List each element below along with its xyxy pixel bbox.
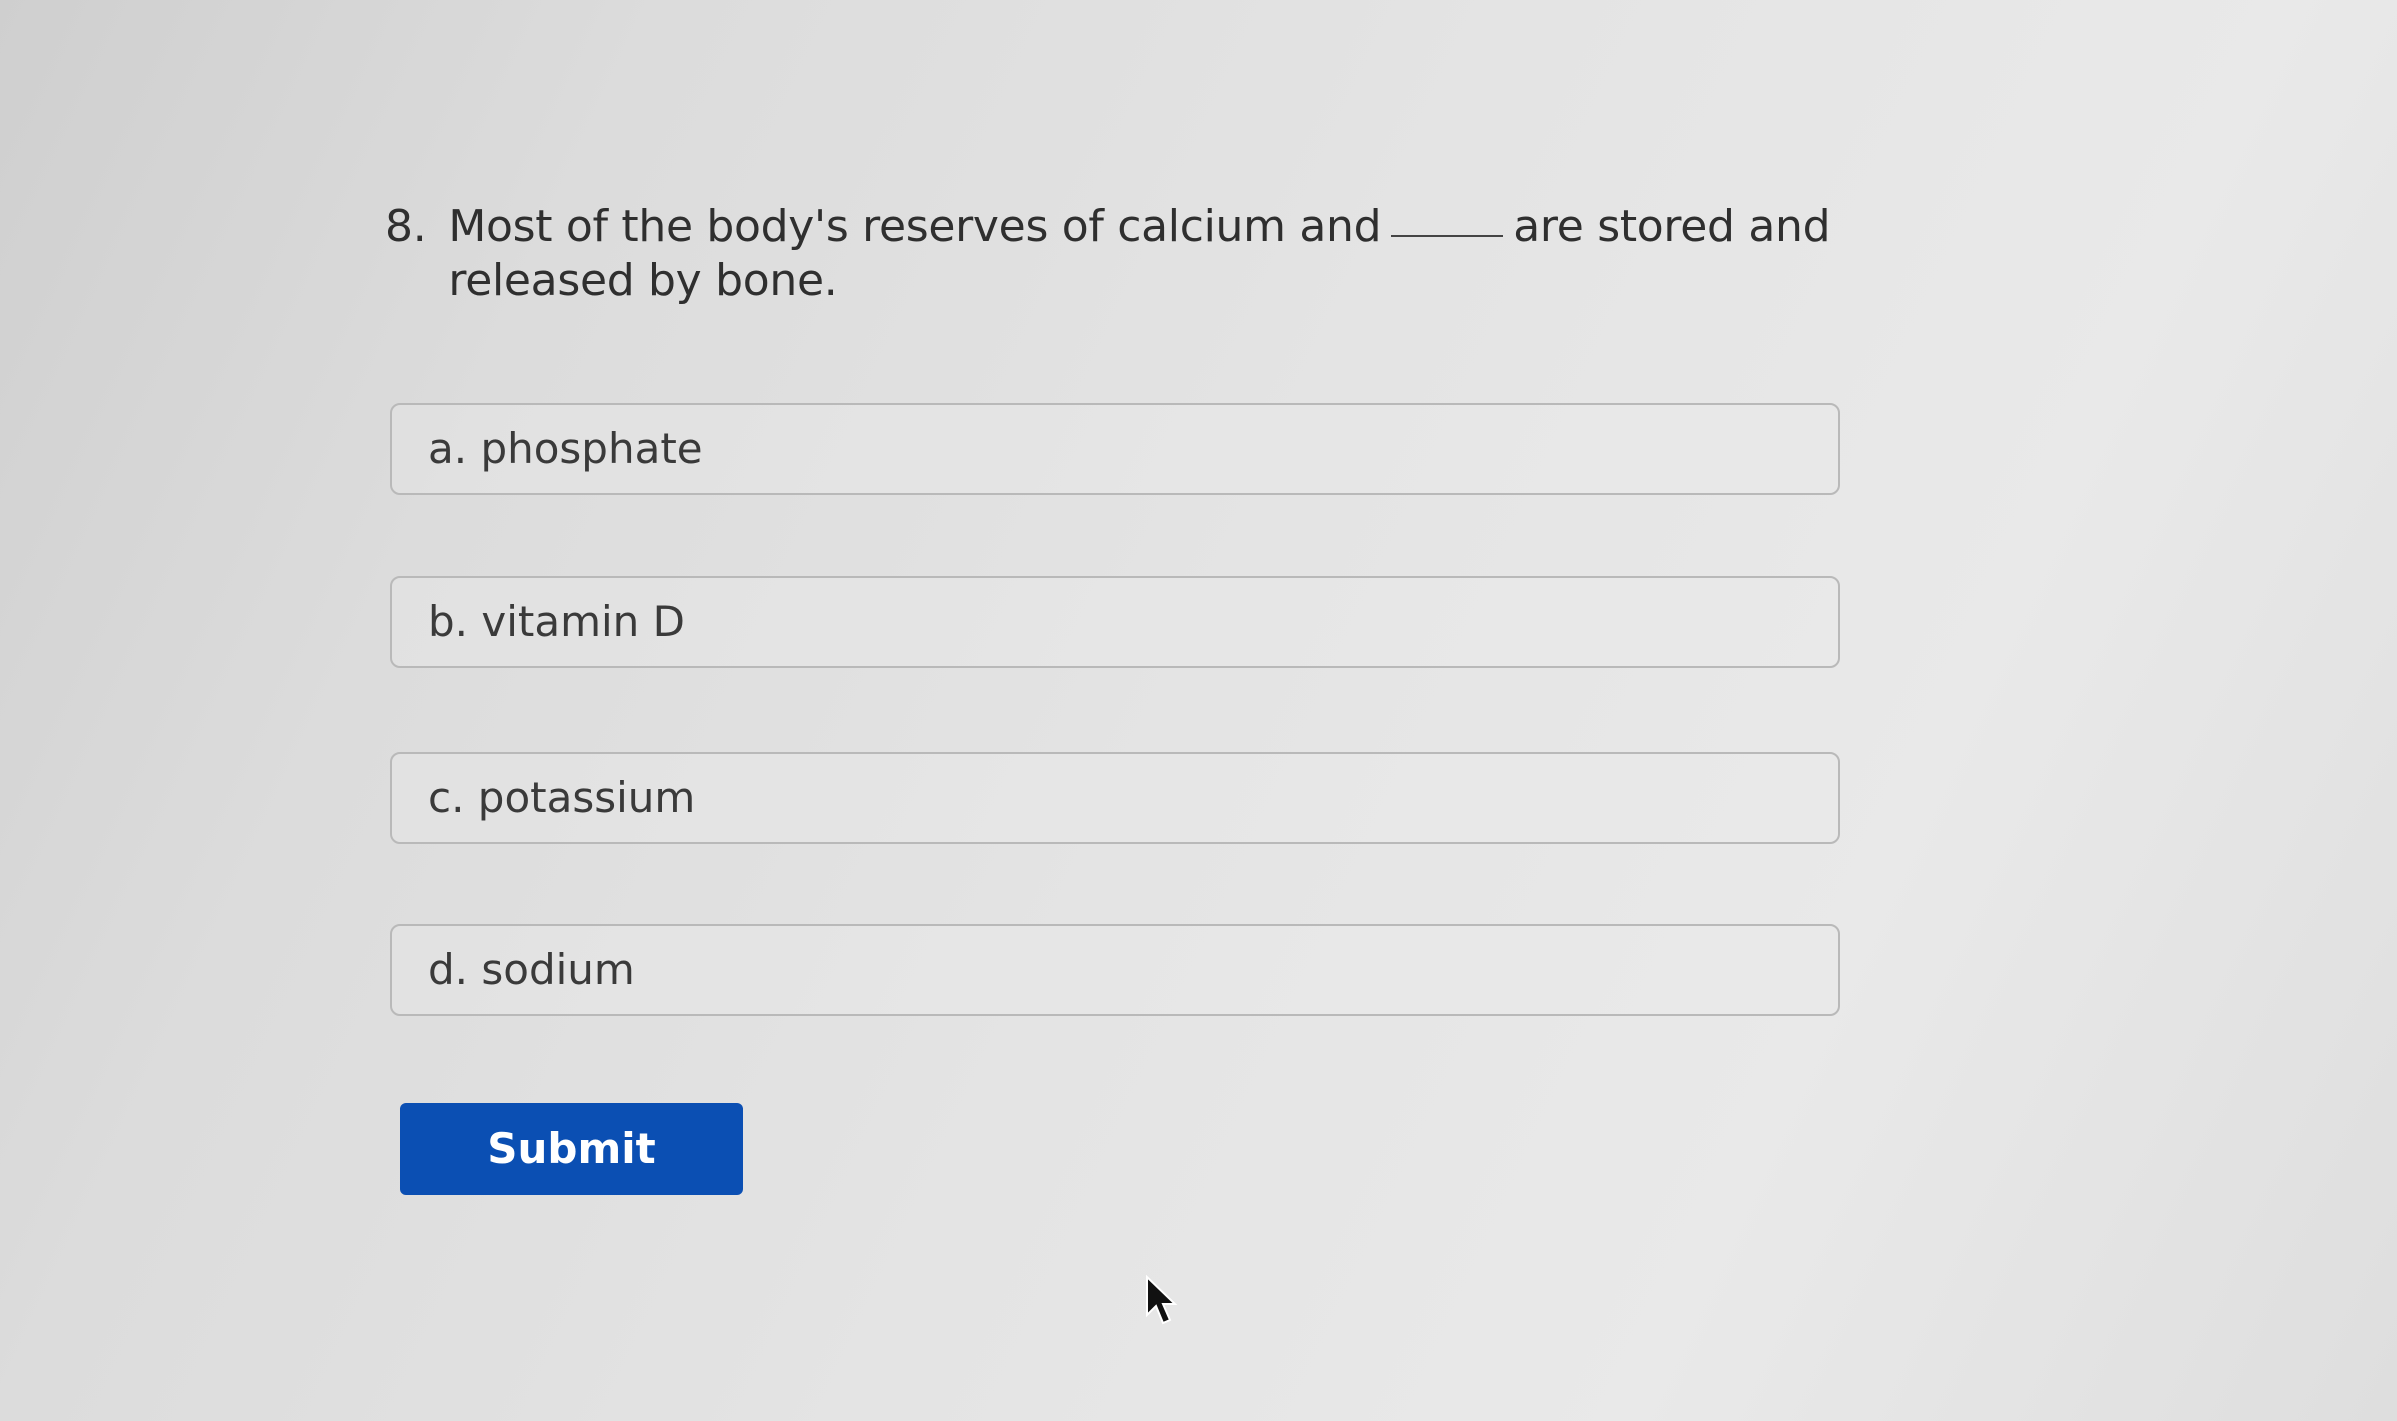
question-text-before: Most of the body's reserves of calcium a…	[448, 201, 1382, 252]
question-text: Most of the body's reserves of calcium a…	[448, 200, 1845, 308]
option-c[interactable]: c. potassium	[390, 752, 1840, 844]
submit-button[interactable]: Submit	[400, 1103, 743, 1195]
option-a[interactable]: a. phosphate	[390, 403, 1840, 495]
question: 8. Most of the body's reserves of calciu…	[385, 200, 1845, 308]
option-d[interactable]: d. sodium	[390, 924, 1840, 1016]
arrow-cursor-icon	[1146, 1275, 1178, 1325]
answer-blank	[1391, 233, 1504, 237]
option-b[interactable]: b. vitamin D	[390, 576, 1840, 668]
question-number: 8.	[385, 201, 427, 252]
